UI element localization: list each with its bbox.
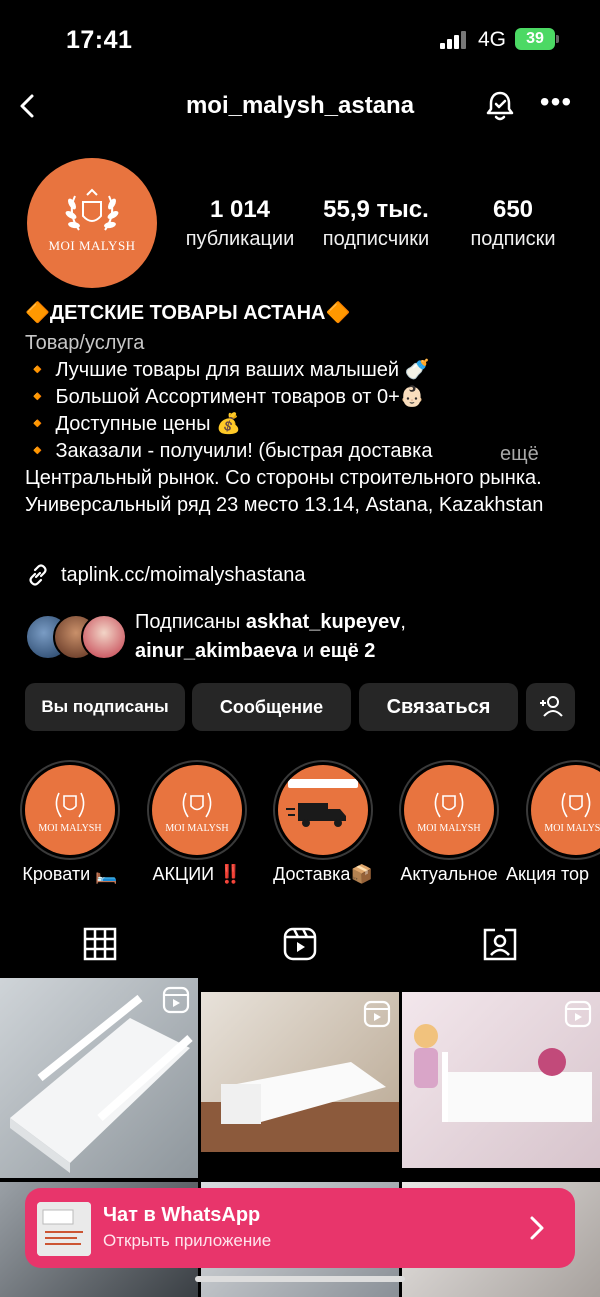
followed-suffix: ещё 2 xyxy=(319,640,376,662)
clock: 17:41 xyxy=(66,26,133,54)
stat-following[interactable]: 650 подписки xyxy=(458,196,568,251)
reel-icon xyxy=(363,1000,391,1028)
highlight-cover: MOI MALYSH xyxy=(404,765,494,855)
notification-bell-icon[interactable] xyxy=(480,86,520,126)
profile-link-text: taplink.cc/moimalyshastana xyxy=(61,563,306,586)
highlight-label: Акция тор xyxy=(506,864,590,884)
bio-line: 🔸 Большой Ассортимент товаров от 0+👶🏻 xyxy=(25,386,425,408)
profile-name: 🔶ДЕТСКИЕ ТОВАРЫ АСТАНА🔶 xyxy=(25,302,351,324)
post-thumbnail[interactable] xyxy=(0,978,198,1178)
whatsapp-chat-banner[interactable]: Чат в WhatsApp Открыть приложение xyxy=(25,1188,575,1268)
laurel-logo-icon xyxy=(434,792,464,818)
profile-avatar[interactable]: MOI MALYSH xyxy=(27,158,157,288)
avatar xyxy=(81,614,127,660)
tagged-tab-icon[interactable] xyxy=(482,926,518,962)
follower-name: askhat_kupeyev xyxy=(245,611,401,633)
highlight-logo-text: MOI MALYSH xyxy=(38,823,102,834)
profile-link[interactable]: taplink.cc/moimalyshastana xyxy=(25,562,306,588)
profile-bio: 🔶ДЕТСКИЕ ТОВАРЫ АСТАНА🔶 Товар/услуга 🔸 Л… xyxy=(25,300,585,519)
stat-posts-label: публикации xyxy=(185,228,295,250)
avatar-logo-text: MOI MALYSH xyxy=(48,238,136,253)
stat-posts-value: 1 014 xyxy=(209,196,271,223)
highlight-logo-text: MOI MALYSH xyxy=(417,823,481,834)
highlight-logo-text: MOI MALYSH xyxy=(544,823,600,834)
highlight-cover: MOI MALYSH xyxy=(25,765,115,855)
network-type: 4G xyxy=(478,28,507,51)
battery-cap xyxy=(556,35,559,43)
highlight-label: Актуальное xyxy=(400,864,498,884)
laurel-logo-icon xyxy=(55,792,85,818)
bed-photo-icon xyxy=(37,1202,91,1256)
post-thumbnail[interactable] xyxy=(402,992,600,1168)
highlight-cover: MOI MALYSH xyxy=(152,765,242,855)
followed-middle: и xyxy=(297,640,320,662)
bio-more-link[interactable]: ещё xyxy=(500,441,539,468)
highlight-cover xyxy=(278,765,368,855)
laurel-logo-icon xyxy=(182,792,212,818)
more-options-icon[interactable]: ••• xyxy=(536,86,576,126)
bio-line: 🔸 Доступные цены 💰 xyxy=(25,413,241,435)
laurel-logo-icon xyxy=(65,188,119,231)
reel-icon xyxy=(162,986,190,1014)
stat-followers[interactable]: 55,9 тыс. подписчики xyxy=(312,196,440,251)
stat-following-label: подписки xyxy=(470,228,556,250)
banner-thumbnail xyxy=(37,1202,91,1256)
link-icon xyxy=(29,564,47,586)
add-person-button[interactable] xyxy=(526,683,575,731)
reel-icon xyxy=(564,1000,592,1028)
follower-name: ainur_akimbaeva xyxy=(135,640,298,662)
status-bar: 17:41 4G 39 xyxy=(0,0,600,80)
banner-title: Чат в WhatsApp xyxy=(103,1204,261,1226)
profile-category: Товар/услуга xyxy=(25,332,145,354)
grid-tab-icon[interactable] xyxy=(82,926,118,962)
profile-tabs xyxy=(0,918,600,978)
delivery-truck-icon xyxy=(286,779,358,827)
mutual-followers-text: Подписаны askhat_kupeyev, ainur_akimbaev… xyxy=(135,608,406,666)
banner-subtitle: Открыть приложение xyxy=(103,1231,272,1250)
message-button[interactable]: Сообщение xyxy=(192,683,351,731)
post-thumbnail[interactable] xyxy=(201,992,399,1152)
top-nav: moi_malysh_astana ••• xyxy=(0,80,600,136)
home-indicator xyxy=(195,1276,405,1282)
battery-icon: 39 xyxy=(515,28,555,50)
reels-tab-icon[interactable] xyxy=(282,926,318,962)
highlight-logo-text: MOI MALYSH xyxy=(165,823,229,834)
followed-comma: , xyxy=(400,611,406,633)
contact-button[interactable]: Связаться xyxy=(359,683,518,731)
bio-address[interactable]: Центральный рынок. Со стороны строительн… xyxy=(25,465,585,519)
stat-following-value: 650 xyxy=(492,196,534,223)
add-person-icon xyxy=(540,696,563,717)
bio-line: 🔸 Лучшие товары для ваших малышей 🍼 xyxy=(25,359,430,381)
stat-followers-value: 55,9 тыс. xyxy=(323,196,429,223)
battery-level: 39 xyxy=(526,30,544,47)
following-button[interactable]: Вы подписаны xyxy=(25,683,185,731)
stat-followers-label: подписчики xyxy=(322,228,430,250)
stat-posts[interactable]: 1 014 публикации xyxy=(178,196,302,251)
signal-icon xyxy=(440,31,468,49)
followed-prefix: Подписаны xyxy=(135,611,246,633)
mutual-followers[interactable]: Подписаны askhat_kupeyev, ainur_akimbaev… xyxy=(25,608,585,668)
chevron-right-icon xyxy=(530,1216,544,1240)
